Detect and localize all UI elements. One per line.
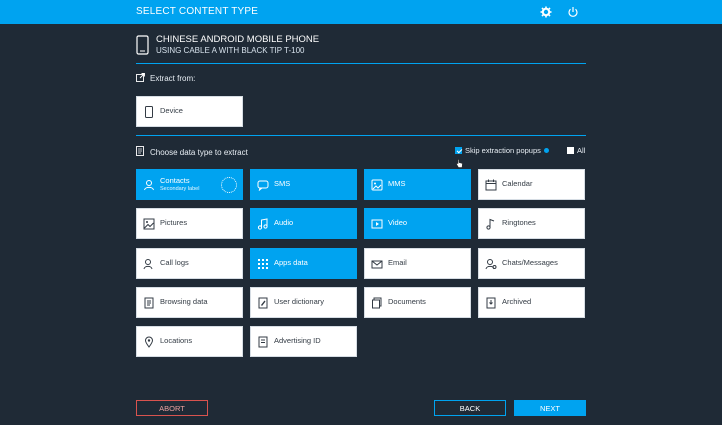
content-type-label: Contacts [160, 176, 190, 186]
document-icon [136, 146, 145, 158]
page-title: SELECT CONTENT TYPE [136, 6, 259, 17]
sms-icon [257, 179, 269, 191]
content-type-tile-sms[interactable]: SMS [250, 169, 357, 200]
content-type-tile-call-logs[interactable]: Call logs [136, 248, 243, 279]
device-connection: USING CABLE A WITH BLACK TIP T-100 [156, 46, 305, 55]
info-icon[interactable] [543, 148, 549, 153]
content-type-label: Call logs [160, 258, 189, 268]
all-option[interactable]: All [567, 146, 585, 155]
all-label: All [577, 146, 586, 155]
user-dictionary-icon [257, 297, 269, 309]
content-type-label: Chats/Messages [502, 258, 558, 268]
extract-from-label: Extract from: [136, 73, 195, 84]
export-icon [136, 73, 145, 84]
advertising-id-icon [257, 336, 269, 348]
apps-data-icon [257, 258, 269, 270]
content-type-label: Documents [388, 297, 426, 307]
divider [136, 63, 586, 64]
content-type-label: Email [388, 258, 407, 268]
content-type-label: User dictionary [274, 297, 325, 307]
gear-icon[interactable] [538, 4, 554, 20]
content-type-label: Calendar [502, 179, 533, 189]
calendar-icon [485, 179, 497, 191]
phone-icon [143, 105, 155, 118]
source-device-tile[interactable]: Device [136, 96, 243, 127]
content-type-tile-archived[interactable]: Archived [478, 287, 585, 318]
content-type-tile-pictures[interactable]: Pictures [136, 208, 243, 239]
next-button[interactable]: NEXT [514, 400, 586, 416]
browsing-data-icon [143, 297, 155, 309]
email-icon [371, 258, 383, 270]
content-type-label: Apps data [274, 258, 308, 268]
content-type-tile-mms[interactable]: MMS [364, 169, 471, 200]
content-type-tile-audio[interactable]: Audio [250, 208, 357, 239]
content-type-label: Video [388, 218, 408, 228]
content-type-tile-email[interactable]: Email [364, 248, 471, 279]
divider [136, 135, 586, 136]
pictures-icon [143, 218, 155, 230]
mms-icon [371, 179, 383, 191]
contacts-icon [143, 179, 155, 191]
content-type-label: MMS [388, 179, 406, 189]
content-type-label: Browsing data [160, 297, 208, 307]
device-header: CHINESE ANDROID MOBILE PHONE USING CABLE… [136, 34, 586, 64]
content-type-tile-ringtones[interactable]: Ringtones [478, 208, 585, 239]
content-type-label: Advertising ID [274, 336, 321, 346]
locations-icon [143, 336, 155, 348]
back-button[interactable]: BACK [434, 400, 506, 416]
loading-spinner-icon [221, 177, 237, 193]
video-icon [371, 218, 383, 230]
audio-icon [257, 217, 269, 230]
content-type-tile-user-dictionary[interactable]: User dictionary [250, 287, 357, 318]
content-type-tile-calendar[interactable]: Calendar [478, 169, 585, 200]
skip-popups-checkbox[interactable] [455, 147, 462, 154]
content-type-tile-documents[interactable]: Documents [364, 287, 471, 318]
content-type-label: SMS [274, 179, 291, 189]
choose-label: Choose data type to extract [136, 146, 248, 158]
all-checkbox[interactable] [567, 147, 574, 154]
power-icon[interactable] [565, 4, 581, 20]
content-type-tile-advertising-id[interactable]: Advertising ID [250, 326, 357, 357]
content-type-tile-locations[interactable]: Locations [136, 326, 243, 357]
skip-popups-label: Skip extraction popups [465, 146, 541, 155]
content-type-label: Pictures [160, 218, 188, 228]
extract-from-text: Extract from: [150, 74, 196, 83]
phone-icon [136, 35, 149, 60]
device-name: CHINESE ANDROID MOBILE PHONE [156, 34, 320, 45]
choose-text: Choose data type to extract [150, 147, 248, 157]
content-type-label: Ringtones [502, 218, 536, 228]
documents-icon [371, 297, 383, 309]
content-type-tile-video[interactable]: Video [364, 208, 471, 239]
content-type-tile-browsing-data[interactable]: Browsing data [136, 287, 243, 318]
archived-icon [485, 297, 497, 309]
top-bar: SELECT CONTENT TYPE [0, 0, 722, 24]
content-type-tile-apps-data[interactable]: Apps data [250, 248, 357, 279]
content-type-tile-contacts[interactable]: Contacts Secondary label [136, 169, 243, 200]
content-type-tile-chats-messages[interactable]: Chats/Messages [478, 248, 585, 279]
ringtones-icon [485, 218, 497, 230]
chats-icon [485, 258, 497, 270]
skip-popups-option[interactable]: Skip extraction popups [455, 146, 549, 155]
content-type-secondary-label: Secondary label [160, 185, 200, 192]
abort-button[interactable]: ABORT [136, 400, 208, 416]
content-type-label: Audio [274, 218, 294, 228]
content-type-label: Archived [502, 297, 532, 307]
call-logs-icon [143, 258, 155, 270]
content-type-label: Locations [160, 336, 193, 346]
source-device-label: Device [160, 106, 183, 116]
